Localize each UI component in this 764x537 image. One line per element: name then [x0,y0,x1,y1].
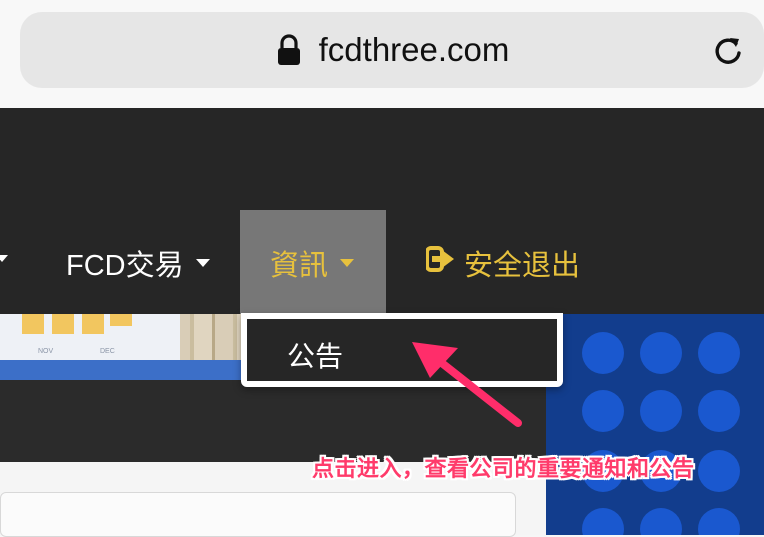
decor-dot [698,390,740,432]
nav-item-logout[interactable]: 安全退出 [425,242,581,284]
calendar-month-label: NOV [38,348,54,355]
caret-down-icon[interactable] [0,255,8,262]
decor-dot [640,390,682,432]
calendar-bar [110,314,132,326]
url-display[interactable]: fcdthree.com [20,12,764,88]
logout-icon [425,246,456,280]
caret-down-icon [340,259,355,267]
decor-dot [698,508,740,535]
blue-decor-panel [546,314,764,535]
nav-item-label: FCD交易 [66,250,184,282]
annotation-text: 点击进入，查看公司的重要通知和公告 [312,457,695,482]
browser-toolbar: fcdthree.com [0,0,764,108]
decor-dot [582,508,624,535]
reload-icon[interactable] [712,35,744,67]
decor-dot [698,332,740,374]
nav-item-label: 資訊 [270,250,329,282]
decor-dot [640,332,682,374]
decor-dot [698,450,740,492]
lock-icon [275,33,303,67]
banner-blue-strip [0,360,250,380]
decor-dot [640,508,682,535]
calendar-bar [52,314,74,334]
caret-down-icon [195,259,210,267]
content-card [0,492,516,537]
nav-item-label: 安全退出 [464,250,581,282]
address-bar[interactable]: fcdthree.com [20,12,764,88]
calendar-bar [22,314,44,334]
decor-dot [582,390,624,432]
url-text: fcdthree.com [318,31,510,68]
dropdown-item-announcement[interactable]: 公告 [287,335,343,375]
nav-item-fcd-trade[interactable]: FCD交易 [66,242,210,284]
annotation-arrow-icon [412,342,522,427]
calendar-bar [82,314,104,334]
calendar-month-label: DEC [100,348,115,355]
nav-item-info[interactable]: 資訊 [270,242,355,284]
decor-dot [582,332,624,374]
